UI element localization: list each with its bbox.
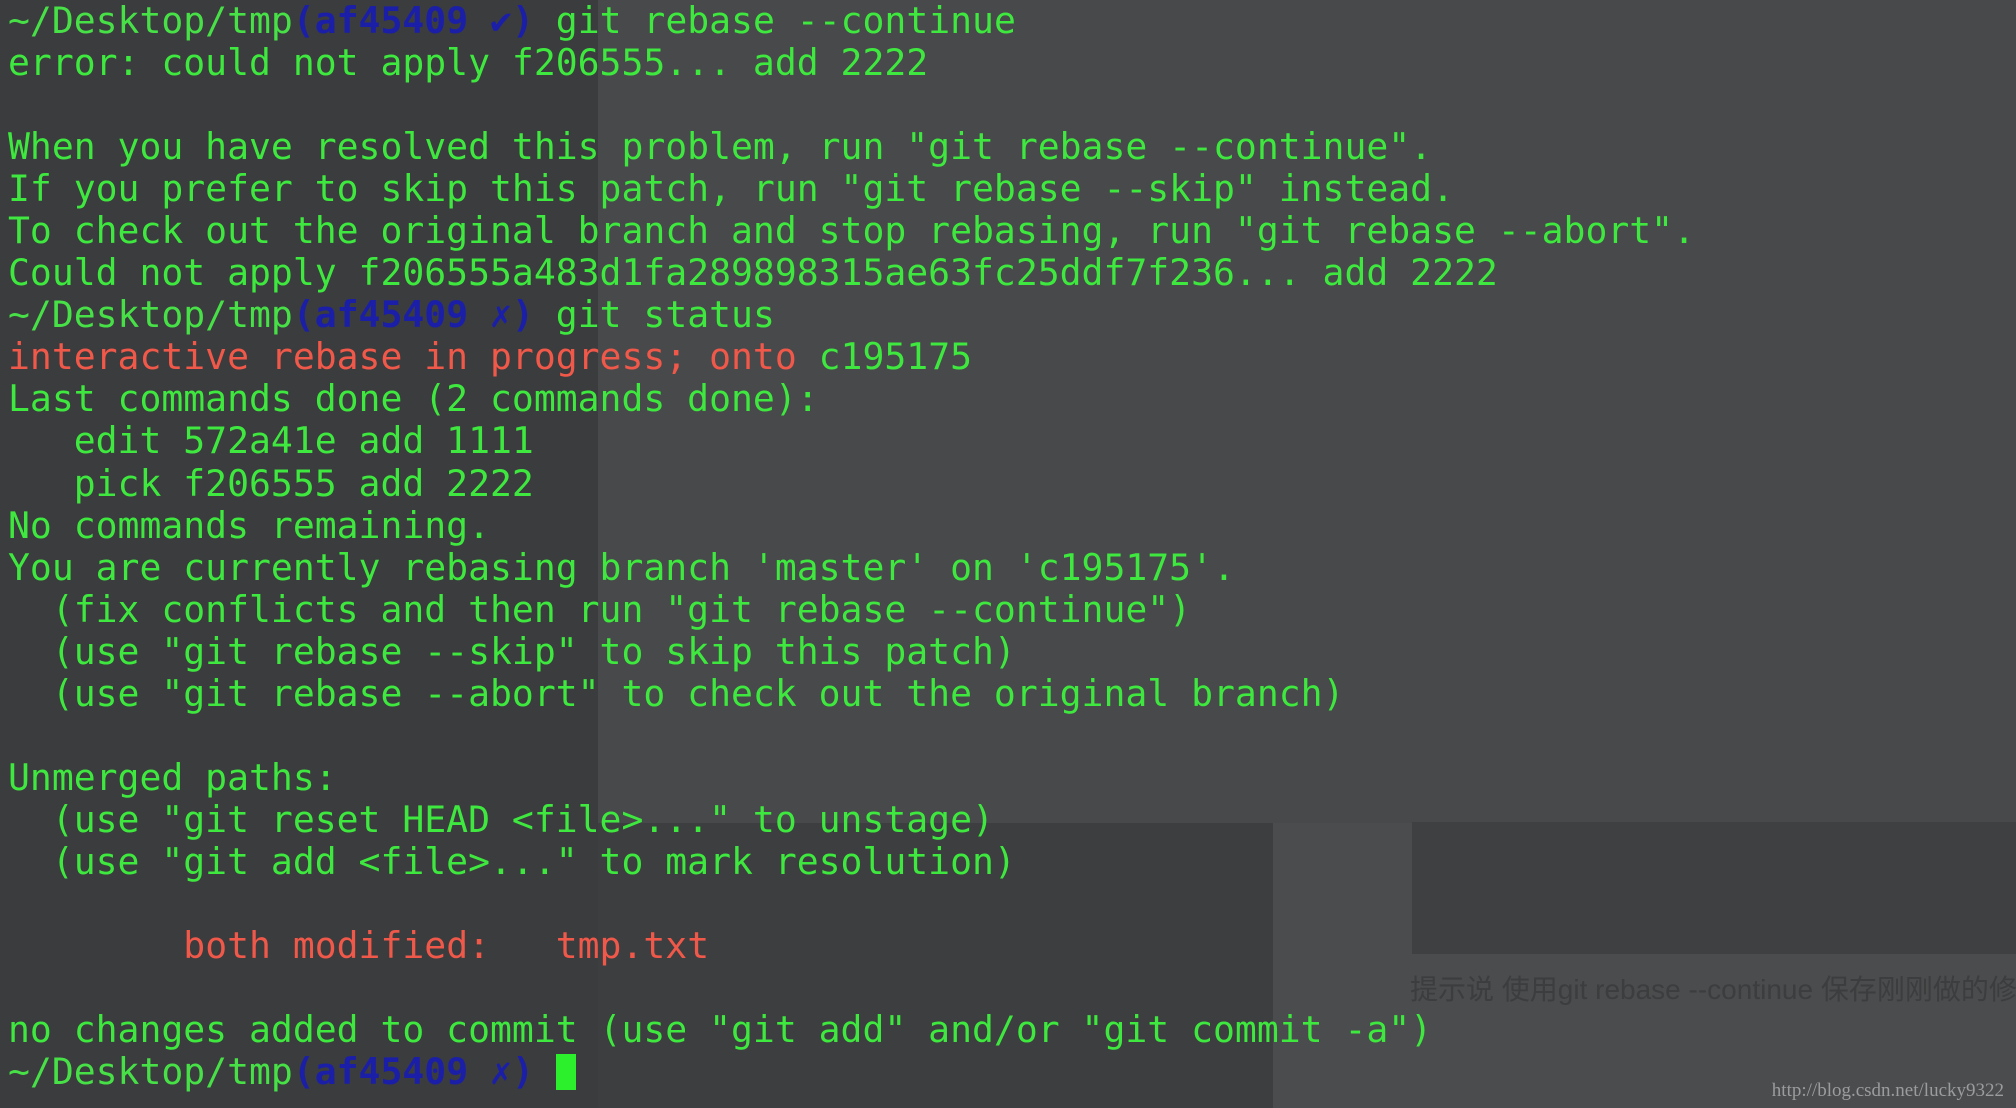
- onto-hash: c195175: [796, 335, 973, 379]
- terminal-output[interactable]: ~/Desktop/tmp(af45409 ✔) git rebase --co…: [8, 0, 1695, 1093]
- watermark: http://blog.csdn.net/lucky9322: [1771, 1080, 2004, 1101]
- command-input[interactable]: [534, 1050, 556, 1093]
- branch-close: ): [511, 293, 534, 337]
- prompt-branch: (af45409 ✗): [293, 1050, 534, 1093]
- prompt-branch: (af45409 ✔): [293, 0, 534, 42]
- conflict-file: both modified: tmp.txt: [183, 924, 710, 968]
- output-line: Could not apply f206555a483d1fa289898315…: [8, 251, 1498, 295]
- output-line: no changes added to commit (use "git add…: [8, 1008, 1433, 1052]
- output-line: Unmerged paths:: [8, 755, 337, 799]
- check-icon: ✔: [490, 0, 512, 42]
- cursor: [555, 1054, 576, 1091]
- output-line: (use "git rebase --skip" to skip this pa…: [8, 629, 1016, 673]
- output-line: pick f206555 add 2222: [8, 461, 534, 505]
- output-line: To check out the original branch and sto…: [8, 209, 1695, 253]
- cross-icon: ✗: [490, 293, 512, 337]
- branch-hash: (af45409: [292, 293, 469, 337]
- output-line: Last commands done (2 commands done):: [8, 377, 819, 421]
- output-line: If you prefer to skip this patch, run "g…: [8, 167, 1454, 211]
- output-line: interactive rebase in progress; onto c19…: [8, 336, 1695, 378]
- prompt-line: ~/Desktop/tmp(af45409 ✔) git rebase --co…: [8, 0, 1695, 42]
- output-line: (use "git rebase --abort" to check out t…: [8, 671, 1345, 715]
- prompt-branch: (af45409 ✗): [293, 293, 534, 336]
- output-line: (use "git add <file>..." to mark resolut…: [8, 839, 1016, 883]
- output-line: edit 572a41e add 1111: [8, 419, 534, 463]
- rebase-status: interactive rebase in progress; onto: [8, 335, 797, 379]
- prompt-path: ~/Desktop/tmp: [8, 1050, 293, 1094]
- branch-hash: (af45409: [292, 1050, 469, 1094]
- prompt-line: ~/Desktop/tmp(af45409 ✗) git status: [8, 294, 1695, 336]
- cross-icon: ✗: [490, 1050, 512, 1094]
- prompt-path: ~/Desktop/tmp: [8, 293, 293, 337]
- output-line: You are currently rebasing branch 'maste…: [8, 545, 1235, 589]
- branch-close: ): [511, 0, 534, 42]
- output-line: error: could not apply f206555... add 22…: [8, 41, 929, 85]
- output-line: (fix conflicts and then run "git rebase …: [8, 587, 1192, 631]
- prompt-line[interactable]: ~/Desktop/tmp(af45409 ✗): [8, 1051, 1695, 1093]
- output-line: When you have resolved this problem, run…: [8, 125, 1433, 169]
- output-line: both modified: tmp.txt: [8, 925, 1695, 967]
- branch-close: ): [511, 1050, 534, 1094]
- branch-hash: (af45409: [292, 0, 469, 42]
- command: git status: [533, 293, 775, 337]
- command: git rebase --continue: [533, 0, 1016, 42]
- output-line: (use "git reset HEAD <file>..." to unsta…: [8, 797, 994, 841]
- output-line: No commands remaining.: [8, 503, 490, 547]
- prompt-path: ~/Desktop/tmp: [8, 0, 293, 42]
